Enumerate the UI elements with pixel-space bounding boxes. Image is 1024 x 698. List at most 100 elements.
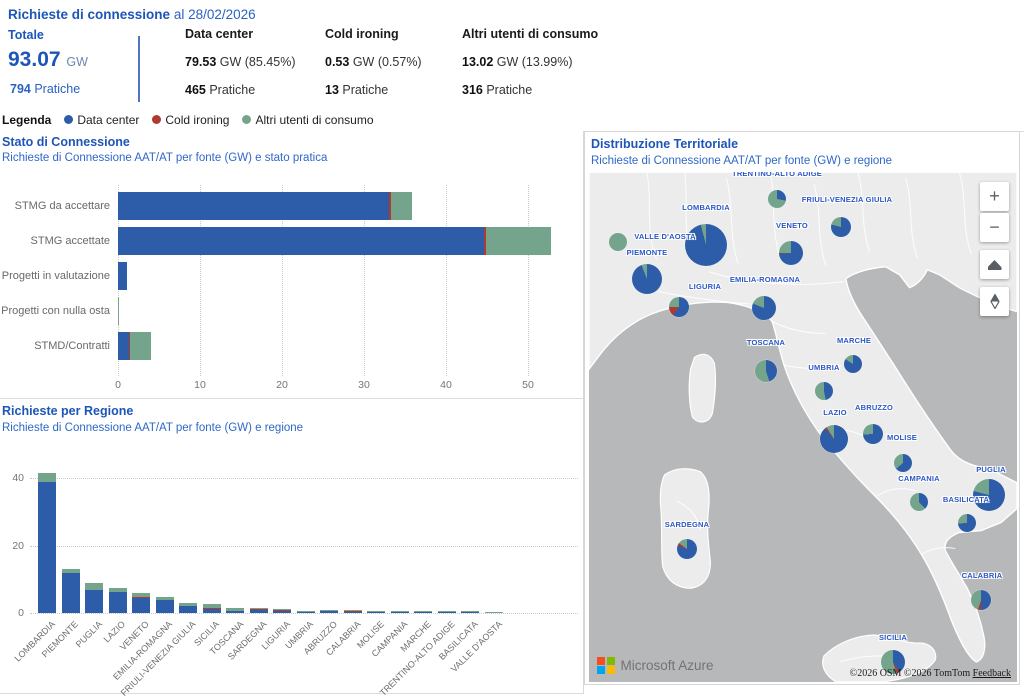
- pie-sardegna[interactable]: [677, 539, 697, 559]
- bar-segment[interactable]: [85, 590, 103, 613]
- page-title: Richieste di connessione al 28/02/2026: [8, 7, 256, 22]
- pie-lazio[interactable]: [820, 425, 848, 453]
- bar-segment[interactable]: [250, 610, 268, 613]
- bar-segment[interactable]: [414, 612, 432, 613]
- pie-lombardia[interactable]: [685, 224, 727, 266]
- bar-segment[interactable]: [344, 612, 362, 613]
- bar-segment[interactable]: [132, 593, 150, 597]
- feedback-link[interactable]: Feedback: [973, 668, 1011, 679]
- bar-segment[interactable]: [118, 297, 119, 325]
- map-region-label: VENETO: [776, 221, 808, 230]
- pie-trentino-alto-adige[interactable]: [768, 190, 786, 208]
- bar-segment[interactable]: [273, 609, 291, 610]
- bar-segment[interactable]: [203, 604, 221, 608]
- bar-segment[interactable]: [109, 592, 127, 613]
- pie-liguria[interactable]: [669, 297, 689, 317]
- bar-segment[interactable]: [132, 597, 150, 598]
- total-label: Totale: [8, 28, 44, 42]
- bar-segment[interactable]: [297, 612, 315, 613]
- pie-abruzzo[interactable]: [863, 424, 883, 444]
- bar-segment[interactable]: [320, 611, 338, 613]
- bar-segment[interactable]: [226, 608, 244, 611]
- zoom-out-button[interactable]: −: [980, 213, 1009, 242]
- bar-segment[interactable]: [391, 612, 409, 613]
- bar-segment[interactable]: [485, 612, 503, 613]
- pie-toscana[interactable]: [755, 360, 777, 382]
- bar-segment[interactable]: [118, 192, 389, 220]
- bar-segment[interactable]: [132, 598, 150, 613]
- legend-item-1[interactable]: Cold ironing: [152, 113, 229, 127]
- bar-segment[interactable]: [414, 611, 432, 612]
- bar-segment[interactable]: [367, 611, 385, 612]
- legend-item-label: Cold ironing: [165, 113, 229, 127]
- gridline-x-40: [446, 185, 447, 376]
- pie-campania[interactable]: [910, 493, 928, 511]
- legend-item-label: Data center: [77, 113, 139, 127]
- y-tick-label: 0: [2, 607, 24, 619]
- bar-segment[interactable]: [109, 588, 127, 592]
- bar-segment[interactable]: [156, 597, 174, 600]
- azure-logo-text: Microsoft Azure: [621, 658, 714, 673]
- bar-segment[interactable]: [118, 227, 484, 255]
- map-region-label: BASILICATA: [943, 495, 989, 504]
- legend-title: Legenda: [2, 113, 51, 127]
- pie-veneto[interactable]: [779, 241, 803, 265]
- bar-segment[interactable]: [118, 262, 127, 290]
- bar-segment[interactable]: [438, 612, 456, 613]
- bar-segment[interactable]: [85, 583, 103, 590]
- bar-segment[interactable]: [486, 227, 551, 255]
- category-value: 79.53 GW (85.45%): [185, 55, 295, 69]
- bar-segment[interactable]: [273, 610, 291, 611]
- azure-map[interactable]: TRENTINO-ALTO ADIGEFRIULI-VENEZIA GIULIA…: [589, 172, 1017, 682]
- bar-segment[interactable]: [130, 332, 151, 360]
- bar-segment[interactable]: [226, 611, 244, 613]
- pie-marche[interactable]: [844, 355, 862, 373]
- bar-segment[interactable]: [38, 482, 56, 613]
- chart-richieste-per-regione: Richieste per Regione Richieste di Conne…: [0, 398, 584, 694]
- pie-emilia-romagna[interactable]: [752, 296, 776, 320]
- bar-segment[interactable]: [203, 608, 221, 609]
- bar-segment[interactable]: [250, 608, 268, 609]
- bar-segment[interactable]: [344, 611, 362, 612]
- pie-piemonte[interactable]: [632, 264, 662, 294]
- x-tick-label: 30: [358, 379, 370, 391]
- gridline-y-40: [30, 478, 578, 479]
- bar-segment[interactable]: [461, 612, 479, 613]
- total-count: 794 Pratiche: [10, 82, 80, 96]
- pie-calabria[interactable]: [971, 590, 991, 610]
- map-subtitle: Richieste di Connessione AAT/AT per font…: [591, 155, 892, 167]
- pie-valle-d-aosta[interactable]: [609, 233, 627, 251]
- category-label: STMG accettate: [0, 227, 110, 255]
- legend-item-2[interactable]: Altri utenti di consumo: [242, 113, 373, 127]
- bar-segment[interactable]: [438, 611, 456, 612]
- bar-segment[interactable]: [391, 611, 409, 612]
- tomtom-copyright: ©2026 TomTom: [904, 668, 970, 679]
- bar-segment[interactable]: [461, 611, 479, 612]
- legend-dot: [242, 115, 251, 124]
- zoom-in-button[interactable]: +: [980, 182, 1009, 211]
- bar-segment[interactable]: [118, 332, 129, 360]
- compass-button[interactable]: [980, 287, 1009, 316]
- bar-segment[interactable]: [297, 611, 315, 612]
- bar-segment[interactable]: [179, 606, 197, 613]
- pie-friuli-venezia-giulia[interactable]: [831, 217, 851, 237]
- pie-molise[interactable]: [894, 454, 912, 472]
- bar-segment[interactable]: [179, 603, 197, 606]
- pie-umbria[interactable]: [815, 382, 833, 400]
- bar-segment[interactable]: [391, 192, 412, 220]
- bar-segment[interactable]: [203, 609, 221, 613]
- bar-segment[interactable]: [273, 611, 291, 613]
- bar-segment[interactable]: [62, 573, 80, 613]
- pitch-button[interactable]: [980, 250, 1009, 279]
- bar-segment[interactable]: [367, 612, 385, 613]
- bar-segment[interactable]: [156, 600, 174, 613]
- bar-segment[interactable]: [344, 610, 362, 611]
- bar-segment[interactable]: [320, 610, 338, 611]
- bar-segment[interactable]: [250, 609, 268, 610]
- pie-basilicata[interactable]: [958, 514, 976, 532]
- bar-segment[interactable]: [38, 473, 56, 482]
- legend-item-label: Altri utenti di consumo: [255, 113, 373, 127]
- legend-item-0[interactable]: Data center: [64, 113, 139, 127]
- bar-segment[interactable]: [62, 569, 80, 573]
- x-tick-label: 20: [276, 379, 288, 391]
